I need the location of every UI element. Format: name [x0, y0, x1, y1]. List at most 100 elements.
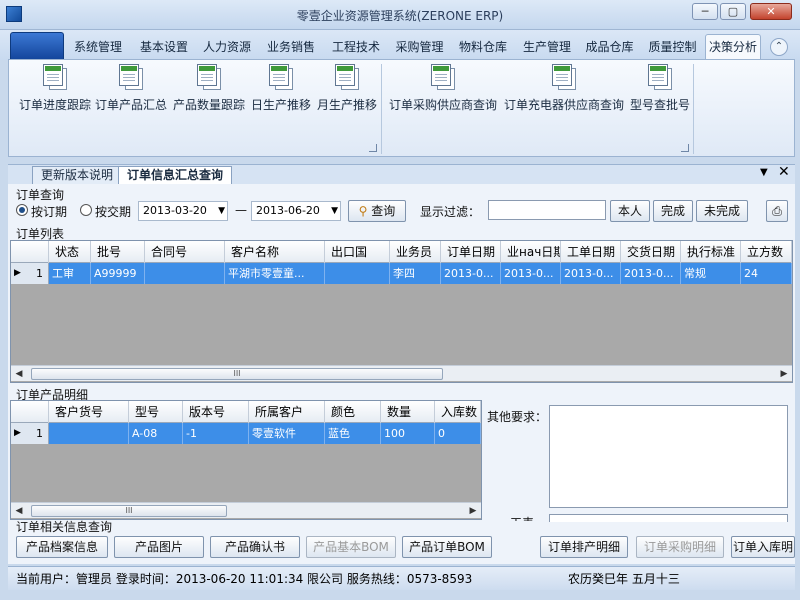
close-doc-icon[interactable]: ✕: [778, 164, 790, 180]
ribbon-group-launcher-icon[interactable]: [369, 144, 377, 152]
scroll-thumb[interactable]: III: [31, 505, 227, 517]
table-row[interactable]: 1 A-08-1零壹软件蓝色1000: [11, 423, 481, 444]
column-header[interactable]: 立方数: [741, 241, 792, 263]
other-requirements-textarea[interactable]: [549, 405, 788, 508]
column-header[interactable]: 入库数: [435, 401, 481, 423]
report-icon: [43, 64, 67, 90]
menu-tab-4[interactable]: 业务销售: [259, 34, 323, 60]
ribbon-button-3[interactable]: 产品数量跟踪: [171, 64, 247, 113]
report-icon-front: [119, 64, 139, 86]
related-button-2[interactable]: 产品图片: [114, 536, 204, 558]
menu-tab-7[interactable]: 物料仓库: [452, 34, 514, 60]
menu-tab-9[interactable]: 成品仓库: [579, 34, 640, 60]
table-row[interactable]: 1工审A99999平湖市零壹童...李四2013-0...2013-0...20…: [11, 263, 792, 284]
filter-undone-button[interactable]: 未完成: [696, 200, 748, 222]
ribbon-separator: [693, 64, 694, 154]
scroll-right-icon[interactable]: ▶: [465, 503, 481, 519]
menu-tab-2[interactable]: 基本设置: [133, 34, 195, 60]
menu-tab-5[interactable]: 工程技术: [325, 34, 387, 60]
product-detail-grid[interactable]: 客户货号型号版本号所属客户颜色数量入库数1A-08-1零壹软件蓝色1000 ◀ II…: [10, 400, 482, 520]
print-button[interactable]: ⎙: [766, 200, 788, 222]
date-to-picker[interactable]: 2013-06-20 ▼: [251, 201, 341, 221]
column-header[interactable]: 执行标准: [681, 241, 741, 263]
ribbon-button-5[interactable]: 月生产推移: [315, 64, 379, 113]
report-icon: [119, 64, 143, 90]
status-user: 当前用户：管理员 登录时间：2013-06-20 11:01:34: [16, 572, 304, 586]
order-list-grid[interactable]: 状态 批号 合同号 客户名称 出口国 业务员 订单日期 业нач日期 工单日期 交货日期 执行标准立…: [10, 240, 793, 383]
window-title: 零壹企业资源管理系统(ZERONE ERP): [296, 9, 504, 23]
column-header[interactable]: 版本号: [183, 401, 249, 423]
maximize-button[interactable]: ▢: [720, 3, 746, 20]
radio-by-order-date[interactable]: [16, 204, 28, 216]
search-button-label: 查询: [371, 204, 396, 218]
horizontal-scrollbar[interactable]: ◀ III ▶: [11, 365, 792, 381]
search-button[interactable]: ⚲ 查询: [348, 200, 406, 222]
app-logo[interactable]: [10, 32, 64, 60]
related-button-8[interactable]: 订单入库明: [731, 536, 795, 558]
column-header[interactable]: 合同号: [145, 241, 225, 263]
table-cell: [145, 263, 225, 284]
ribbon-button-6[interactable]: 订单采购供应商查询: [387, 64, 499, 113]
column-header[interactable]: 交货日期: [621, 241, 681, 263]
craft-textarea[interactable]: [549, 514, 788, 522]
related-button-7: 订单采购明细: [636, 536, 724, 558]
chevron-down-icon: ▼: [218, 206, 225, 216]
ribbon-button-label: 型号查批号: [629, 98, 690, 112]
column-header[interactable]: 出口国: [325, 241, 390, 263]
related-button-3[interactable]: 产品确认书: [210, 536, 300, 558]
minimize-button[interactable]: ─: [692, 3, 718, 20]
horizontal-scrollbar[interactable]: ◀ III ▶: [11, 502, 481, 518]
menu-tab-bar: ⌃ 系统管理 基本设置 人力资源 业务销售 工程技术 采购管理 物料仓库 生产管理 成品仓库 质量…: [0, 30, 800, 60]
doc-tabs-dropdown-icon[interactable]: ▼: [760, 167, 768, 178]
menu-tab-1[interactable]: 系统管理: [66, 34, 130, 60]
doc-tab-release-notes[interactable]: 更新版本说明: [32, 166, 123, 185]
scroll-right-icon[interactable]: ▶: [776, 366, 792, 382]
doc-tab-order-summary[interactable]: 订单信息汇总查询: [118, 166, 233, 185]
column-header[interactable]: 颜色: [325, 401, 381, 423]
column-header[interactable]: 型号: [129, 401, 183, 423]
column-header[interactable]: 工单日期: [561, 241, 621, 263]
date-from-picker[interactable]: 2013-03-20 ▼: [138, 201, 228, 221]
menu-tab-3[interactable]: 人力资源: [197, 34, 257, 60]
column-header[interactable]: 数量: [381, 401, 435, 423]
collapse-ribbon-icon[interactable]: ⌃: [770, 38, 788, 56]
related-button-6[interactable]: 订单排产明细: [540, 536, 628, 558]
row-indicator: 1: [11, 263, 49, 284]
menu-tab-11[interactable]: 决策分析: [705, 34, 761, 60]
report-icon: [431, 64, 455, 90]
menu-tab-10[interactable]: 质量控制: [642, 34, 703, 60]
column-header[interactable]: 订单日期: [441, 241, 501, 263]
related-button-1[interactable]: 产品档案信息: [16, 536, 108, 558]
ribbon-button-8[interactable]: 型号查批号: [629, 64, 691, 113]
craft-label: 工表: [510, 514, 534, 521]
column-header[interactable]: 批号: [91, 241, 145, 263]
ribbon-button-4[interactable]: 日生产推移: [249, 64, 313, 113]
column-header[interactable]: 业务员: [390, 241, 441, 263]
column-header[interactable]: 业нач日期: [501, 241, 561, 263]
date-from-value: 2013-03-20: [143, 204, 207, 217]
related-button-5[interactable]: 产品订单BOM: [402, 536, 492, 558]
filter-self-button[interactable]: 本人: [610, 200, 650, 222]
column-header[interactable]: 状态: [49, 241, 91, 263]
menu-tab-6[interactable]: 采购管理: [389, 34, 450, 60]
chevron-down-icon: ▼: [331, 206, 338, 216]
ribbon-button-2[interactable]: 订单产品汇总: [94, 64, 168, 113]
grid-corner: [11, 401, 49, 423]
menu-tab-8[interactable]: 生产管理: [517, 34, 577, 60]
report-icon-front: [552, 64, 572, 86]
scroll-left-icon[interactable]: ◀: [11, 503, 27, 519]
table-cell: 2013-0...: [561, 263, 621, 284]
ribbon-group-launcher-icon[interactable]: [681, 144, 689, 152]
close-window-button[interactable]: ✕: [750, 3, 792, 20]
filter-input[interactable]: [488, 200, 606, 220]
ribbon-button-1[interactable]: 订单进度跟踪: [18, 64, 92, 113]
column-header[interactable]: 所属客户: [249, 401, 325, 423]
column-header[interactable]: 客户名称: [225, 241, 325, 263]
radio-by-delivery-date[interactable]: [80, 204, 92, 216]
scroll-thumb[interactable]: III: [31, 368, 443, 380]
table-cell: [325, 263, 390, 284]
scroll-left-icon[interactable]: ◀: [11, 366, 27, 382]
ribbon-button-7[interactable]: 订单充电器供应商查询: [503, 64, 625, 113]
filter-done-button[interactable]: 完成: [653, 200, 693, 222]
column-header[interactable]: 客户货号: [49, 401, 129, 423]
